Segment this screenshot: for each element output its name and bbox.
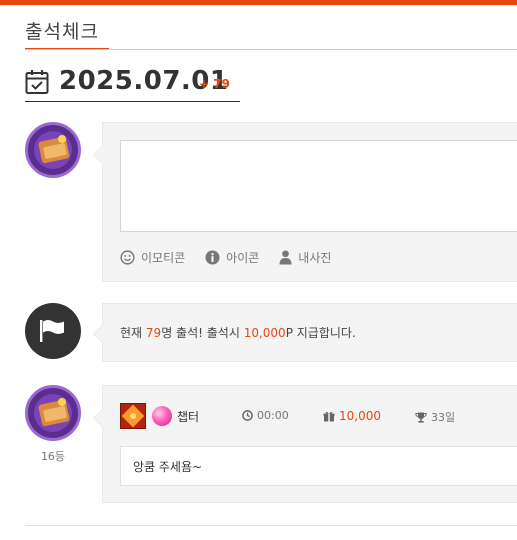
icon-button[interactable]: 아이콘 (205, 249, 259, 266)
person-icon (279, 249, 292, 264)
top-accent-bar (0, 0, 517, 5)
my-avatar (25, 122, 81, 178)
entry-streak: 33일 (415, 409, 455, 425)
info-icon (205, 249, 220, 265)
date-header: 2025.07.01 + 79 (25, 66, 240, 102)
compose-card: 이모티콘 아이콘 내사진 (93, 122, 517, 282)
smile-icon (120, 249, 135, 265)
attendance-entry: 챕터 00:00 10,000 33일 앙쿰 주세욤~ (93, 385, 517, 503)
emoticon-button[interactable]: 이모티콘 (120, 249, 185, 266)
tab-divider (25, 49, 517, 50)
entry-message-box: 앙쿰 주세욤~ (120, 446, 517, 486)
tab-attendance[interactable]: 출석체크 (25, 17, 109, 51)
trophy-icon (415, 412, 427, 423)
entry-streak-value: 33일 (431, 411, 456, 424)
calendar-check-icon (25, 70, 49, 94)
compose-toolbar: 이모티콘 아이콘 내사진 (120, 247, 331, 267)
attendance-rank: 16등 (40, 450, 66, 463)
notice-card: 현재 79명 출석! 출석시 10,000P 지급합니다. (93, 303, 517, 362)
my-photo-button[interactable]: 내사진 (279, 249, 331, 266)
user-nickname[interactable]: 챕터 (177, 408, 199, 425)
member-grade-icon (152, 406, 172, 426)
entry-time: 00:00 (242, 409, 289, 422)
entry-message: 앙쿰 주세욤~ (133, 460, 203, 474)
level-icon (120, 403, 146, 429)
attendance-total: 79 (145, 326, 162, 340)
entry-points: 10,000 (323, 409, 381, 423)
my-photo-label: 내사진 (298, 250, 332, 265)
flag-icon (40, 320, 64, 342)
entry-points-value: 10,000 (339, 409, 381, 423)
user-avatar[interactable] (25, 385, 81, 441)
attendance-notice: 현재 79명 출석! 출석시 10,000P 지급합니다. (120, 326, 356, 340)
gift-icon (323, 411, 335, 422)
emoticon-label: 이모티콘 (141, 250, 186, 265)
icon-label: 아이콘 (226, 250, 260, 265)
entry-time-value: 00:00 (257, 409, 289, 422)
tab-attendance-label: 출석체크 (25, 21, 99, 43)
entry-header: 챕터 00:00 10,000 33일 (120, 403, 517, 429)
clock-icon (242, 410, 253, 421)
comment-input[interactable] (120, 140, 517, 232)
attendance-count-badge: + 79 (199, 77, 230, 91)
list-divider (25, 525, 517, 526)
reward-points: 10,000 (243, 326, 286, 340)
notice-flag-badge (25, 303, 81, 359)
